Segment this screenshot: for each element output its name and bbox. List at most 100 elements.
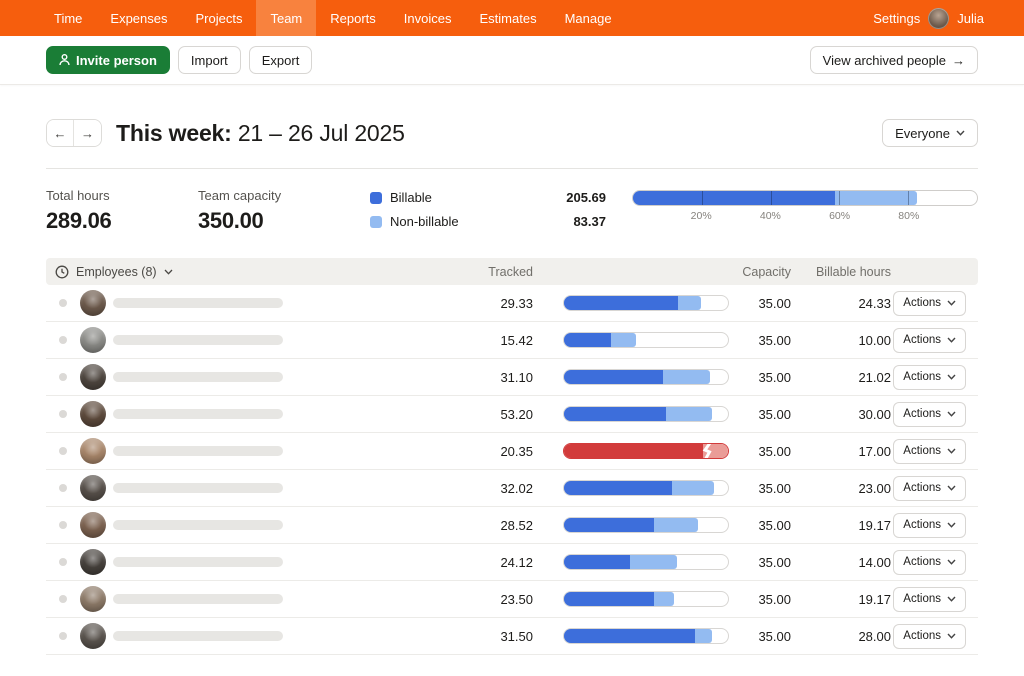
hours-bar bbox=[563, 443, 729, 459]
legend-label: Non-billable bbox=[390, 214, 459, 229]
employee-avatar[interactable] bbox=[80, 586, 106, 612]
tracked-hours-value: 23.50 bbox=[443, 592, 533, 607]
employee-name-placeholder bbox=[113, 594, 283, 604]
billable-hours-value: 14.00 bbox=[791, 555, 891, 570]
capacity-column-header: Capacity bbox=[729, 265, 791, 279]
actions-button[interactable]: Actions bbox=[893, 291, 966, 316]
nav-item-reports[interactable]: Reports bbox=[316, 0, 390, 36]
tracked-hours-value: 24.12 bbox=[443, 555, 533, 570]
employee-avatar[interactable] bbox=[80, 475, 106, 501]
arrow-right-icon: → bbox=[952, 53, 965, 68]
toolbar: Invite person Import Export View archive… bbox=[0, 36, 1024, 85]
week-pager: ← → bbox=[46, 119, 102, 147]
tracked-hours-value: 31.10 bbox=[443, 370, 533, 385]
employee-avatar[interactable] bbox=[80, 290, 106, 316]
chevron-down-icon bbox=[947, 300, 956, 306]
employee-avatar[interactable] bbox=[80, 401, 106, 427]
team-capacity-value: 350.00 bbox=[198, 208, 370, 234]
hours-bar bbox=[563, 628, 729, 644]
status-dot-icon bbox=[59, 410, 67, 418]
next-week-button[interactable]: → bbox=[74, 120, 101, 146]
hours-bar bbox=[563, 332, 729, 348]
employee-avatar[interactable] bbox=[80, 327, 106, 353]
everyone-filter-label: Everyone bbox=[895, 126, 950, 141]
actions-label: Actions bbox=[903, 297, 941, 309]
billable-column-header: Billable hours bbox=[791, 265, 891, 279]
legend-item: Billable bbox=[370, 190, 502, 205]
employee-avatar[interactable] bbox=[80, 364, 106, 390]
nav-item-invoices[interactable]: Invoices bbox=[390, 0, 466, 36]
nav-item-time[interactable]: Time bbox=[40, 0, 96, 36]
import-label: Import bbox=[191, 53, 228, 68]
view-archived-label: View archived people bbox=[823, 53, 946, 68]
billable-hours-value: 17.00 bbox=[791, 444, 891, 459]
import-button[interactable]: Import bbox=[178, 46, 241, 74]
legend-swatch bbox=[370, 192, 382, 204]
week-header: ← → This week: 21 – 26 Jul 2025 Everyone bbox=[46, 119, 978, 147]
capacity-value: 35.00 bbox=[729, 481, 791, 496]
nav-item-manage[interactable]: Manage bbox=[551, 0, 626, 36]
invite-person-button[interactable]: Invite person bbox=[46, 46, 170, 74]
main-content: ← → This week: 21 – 26 Jul 2025 Everyone… bbox=[0, 119, 1024, 655]
legend-values: 205.6983.37 bbox=[502, 188, 606, 229]
actions-button[interactable]: Actions bbox=[893, 439, 966, 464]
progress-notch bbox=[908, 191, 909, 205]
hours-bar bbox=[563, 369, 729, 385]
employee-name-placeholder bbox=[113, 631, 283, 641]
chevron-down-icon bbox=[947, 337, 956, 343]
divider bbox=[46, 168, 978, 169]
actions-button[interactable]: Actions bbox=[893, 328, 966, 353]
employee-name-placeholder bbox=[113, 446, 283, 456]
chevron-down-icon bbox=[947, 522, 956, 528]
actions-button[interactable]: Actions bbox=[893, 550, 966, 575]
employee-name-placeholder bbox=[113, 483, 283, 493]
employees-header-dropdown[interactable]: Employees (8) bbox=[46, 265, 443, 279]
employee-avatar[interactable] bbox=[80, 623, 106, 649]
over-capacity-tear-icon bbox=[702, 443, 714, 459]
actions-button[interactable]: Actions bbox=[893, 476, 966, 501]
hours-bar bbox=[563, 517, 729, 533]
employee-name-placeholder bbox=[113, 298, 283, 308]
employee-name-placeholder bbox=[113, 520, 283, 530]
actions-button[interactable]: Actions bbox=[893, 513, 966, 538]
nav-right: Settings Julia bbox=[873, 0, 984, 36]
nav-item-team[interactable]: Team bbox=[256, 0, 316, 36]
billable-hours-value: 21.02 bbox=[791, 370, 891, 385]
nav-item-estimates[interactable]: Estimates bbox=[466, 0, 551, 36]
user-name[interactable]: Julia bbox=[957, 11, 984, 26]
progress-tick-labels: 20%40%60%80% bbox=[632, 210, 978, 224]
status-dot-icon bbox=[59, 373, 67, 381]
view-archived-button[interactable]: View archived people → bbox=[810, 46, 978, 74]
actions-button[interactable]: Actions bbox=[893, 402, 966, 427]
user-avatar[interactable] bbox=[928, 8, 949, 29]
invite-person-label: Invite person bbox=[76, 53, 157, 68]
nav-item-projects[interactable]: Projects bbox=[182, 0, 257, 36]
progress-notch bbox=[771, 191, 772, 205]
status-dot-icon bbox=[59, 521, 67, 529]
total-hours-value: 289.06 bbox=[46, 208, 198, 234]
nav-item-expenses[interactable]: Expenses bbox=[96, 0, 181, 36]
everyone-filter-dropdown[interactable]: Everyone bbox=[882, 119, 978, 147]
capacity-value: 35.00 bbox=[729, 592, 791, 607]
actions-button[interactable]: Actions bbox=[893, 365, 966, 390]
person-icon bbox=[59, 54, 70, 66]
table-row: 20.35 35.00 17.00 Actions bbox=[46, 433, 978, 470]
table-row: 32.02 35.00 23.00 Actions bbox=[46, 470, 978, 507]
table-row: 23.50 35.00 19.17 Actions bbox=[46, 581, 978, 618]
tracked-hours-value: 28.52 bbox=[443, 518, 533, 533]
actions-button[interactable]: Actions bbox=[893, 624, 966, 649]
billable-fill bbox=[564, 444, 703, 458]
chevron-down-icon bbox=[947, 448, 956, 454]
employee-avatar[interactable] bbox=[80, 512, 106, 538]
billable-hours-value: 24.33 bbox=[791, 296, 891, 311]
legend-swatch bbox=[370, 216, 382, 228]
settings-link[interactable]: Settings bbox=[873, 11, 920, 26]
chevron-down-icon bbox=[947, 411, 956, 417]
previous-week-button[interactable]: ← bbox=[47, 120, 74, 146]
export-button[interactable]: Export bbox=[249, 46, 313, 74]
billable-hours-value: 28.00 bbox=[791, 629, 891, 644]
employee-avatar[interactable] bbox=[80, 438, 106, 464]
employee-avatar[interactable] bbox=[80, 549, 106, 575]
actions-button[interactable]: Actions bbox=[893, 587, 966, 612]
capacity-value: 35.00 bbox=[729, 407, 791, 422]
